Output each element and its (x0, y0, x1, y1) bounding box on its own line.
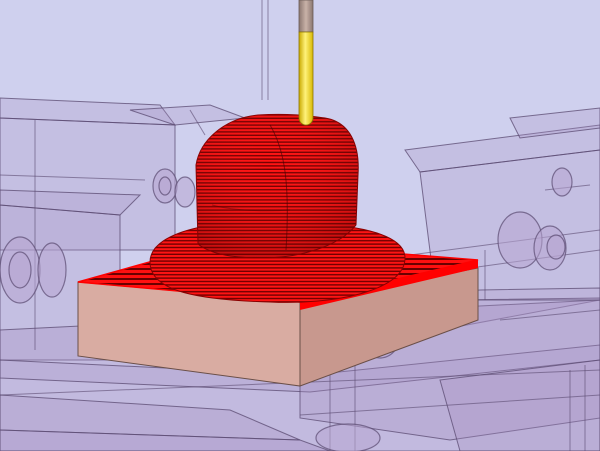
cutting-tool (298, 0, 314, 126)
cam-3d-viewport[interactable] (0, 0, 600, 451)
scene-canvas[interactable] (0, 0, 600, 451)
tool-shank (298, 0, 314, 33)
ball-end-mill-icon (298, 31, 314, 126)
